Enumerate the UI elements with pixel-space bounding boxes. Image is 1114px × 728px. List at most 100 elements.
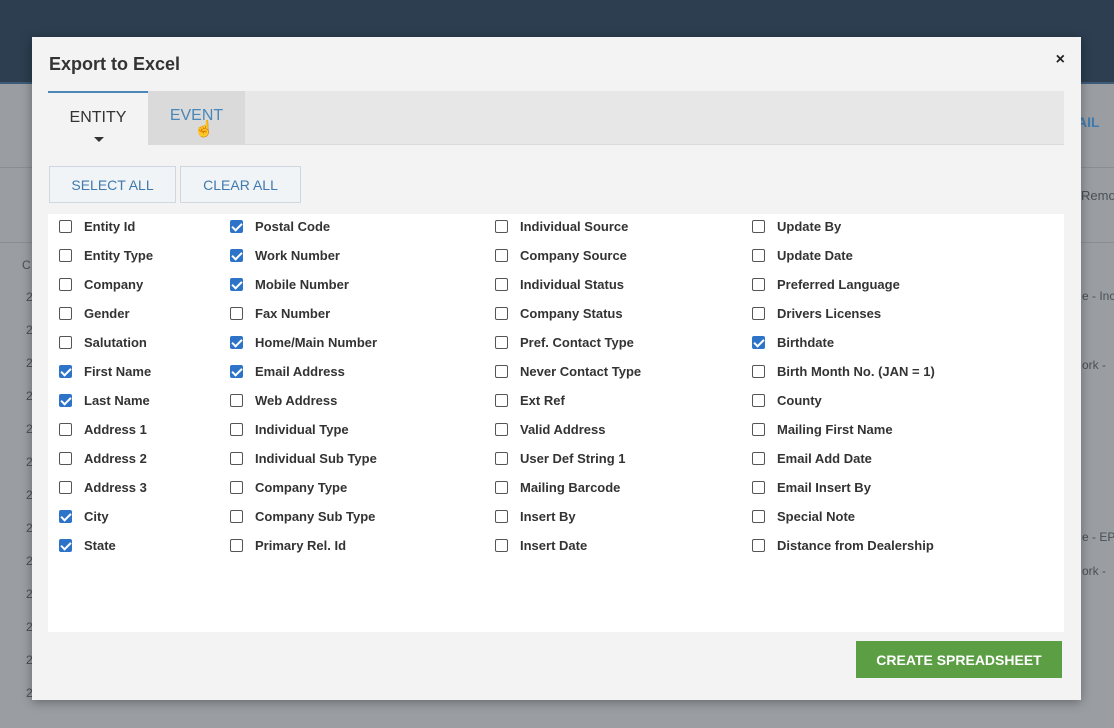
checkbox-unchecked[interactable]: [752, 422, 765, 436]
checkbox-checked[interactable]: [230, 219, 243, 233]
field-option[interactable]: Email Insert By: [752, 478, 871, 496]
field-option[interactable]: Primary Rel. Id: [230, 536, 346, 554]
checkbox-checked[interactable]: [230, 248, 243, 262]
field-option[interactable]: Email Address: [230, 362, 345, 380]
field-option[interactable]: Address 3: [59, 478, 147, 496]
checkbox-unchecked[interactable]: [59, 306, 72, 320]
field-option[interactable]: Company Status: [495, 304, 623, 322]
checkbox-unchecked[interactable]: [752, 219, 765, 233]
checkbox-checked[interactable]: [59, 509, 72, 523]
field-option[interactable]: Company: [59, 275, 143, 293]
field-option[interactable]: User Def String 1: [495, 449, 625, 467]
field-option[interactable]: Mailing Barcode: [495, 478, 620, 496]
checkbox-unchecked[interactable]: [59, 335, 72, 349]
checkbox-unchecked[interactable]: [752, 451, 765, 465]
checkbox-unchecked[interactable]: [495, 422, 508, 436]
checkbox-unchecked[interactable]: [495, 277, 508, 291]
field-option[interactable]: Individual Status: [495, 275, 624, 293]
checkbox-unchecked[interactable]: [495, 219, 508, 233]
field-option[interactable]: Address 2: [59, 449, 147, 467]
checkbox-checked[interactable]: [59, 364, 72, 378]
field-option[interactable]: Home/Main Number: [230, 333, 377, 351]
field-option[interactable]: Insert Date: [495, 536, 587, 554]
checkbox-unchecked[interactable]: [230, 393, 243, 407]
field-option[interactable]: Birthdate: [752, 333, 834, 351]
field-option[interactable]: Address 1: [59, 420, 147, 438]
checkbox-unchecked[interactable]: [495, 248, 508, 262]
tab-entity[interactable]: ENTITY: [48, 91, 148, 145]
field-option[interactable]: Email Add Date: [752, 449, 872, 467]
field-option[interactable]: Individual Type: [230, 420, 349, 438]
checkbox-unchecked[interactable]: [59, 480, 72, 494]
close-button[interactable]: ×: [1056, 51, 1065, 69]
checkbox-unchecked[interactable]: [752, 364, 765, 378]
field-option[interactable]: Mailing First Name: [752, 420, 893, 438]
checkbox-unchecked[interactable]: [230, 538, 243, 552]
checkbox-unchecked[interactable]: [752, 480, 765, 494]
checkbox-unchecked[interactable]: [59, 422, 72, 436]
checkbox-unchecked[interactable]: [230, 509, 243, 523]
tab-event[interactable]: EVENT ☝: [148, 91, 245, 145]
field-option[interactable]: Entity Type: [59, 246, 153, 264]
field-option[interactable]: Postal Code: [230, 217, 330, 235]
field-option[interactable]: Special Note: [752, 507, 855, 525]
checkbox-unchecked[interactable]: [59, 451, 72, 465]
field-option[interactable]: Individual Sub Type: [230, 449, 377, 467]
checkbox-unchecked[interactable]: [230, 306, 243, 320]
field-option[interactable]: State: [59, 536, 116, 554]
field-option[interactable]: Gender: [59, 304, 130, 322]
checkbox-unchecked[interactable]: [495, 538, 508, 552]
checkbox-unchecked[interactable]: [59, 219, 72, 233]
field-option[interactable]: County: [752, 391, 822, 409]
checkbox-checked[interactable]: [230, 277, 243, 291]
field-option[interactable]: Last Name: [59, 391, 150, 409]
field-option[interactable]: Individual Source: [495, 217, 628, 235]
field-option[interactable]: Company Source: [495, 246, 627, 264]
checkbox-unchecked[interactable]: [752, 393, 765, 407]
field-option[interactable]: Fax Number: [230, 304, 330, 322]
checkbox-unchecked[interactable]: [495, 393, 508, 407]
checkbox-unchecked[interactable]: [752, 306, 765, 320]
checkbox-unchecked[interactable]: [59, 277, 72, 291]
field-option[interactable]: Work Number: [230, 246, 340, 264]
checkbox-unchecked[interactable]: [752, 277, 765, 291]
checkbox-checked[interactable]: [59, 393, 72, 407]
checkbox-unchecked[interactable]: [495, 509, 508, 523]
checkbox-unchecked[interactable]: [495, 364, 508, 378]
field-option[interactable]: Ext Ref: [495, 391, 565, 409]
create-spreadsheet-button[interactable]: CREATE SPREADSHEET: [856, 641, 1062, 678]
checkbox-unchecked[interactable]: [495, 306, 508, 320]
field-option[interactable]: Entity Id: [59, 217, 135, 235]
field-option[interactable]: Company Type: [230, 478, 347, 496]
clear-all-button[interactable]: CLEAR ALL: [180, 166, 301, 203]
field-option[interactable]: Pref. Contact Type: [495, 333, 634, 351]
checkbox-checked[interactable]: [59, 538, 72, 552]
field-option[interactable]: Drivers Licenses: [752, 304, 881, 322]
checkbox-unchecked[interactable]: [230, 451, 243, 465]
checkbox-checked[interactable]: [752, 335, 765, 349]
field-option[interactable]: Birth Month No. (JAN = 1): [752, 362, 935, 380]
checkbox-unchecked[interactable]: [752, 248, 765, 262]
field-option[interactable]: Distance from Dealership: [752, 536, 934, 554]
field-option[interactable]: Insert By: [495, 507, 576, 525]
checkbox-unchecked[interactable]: [752, 538, 765, 552]
field-option[interactable]: Mobile Number: [230, 275, 349, 293]
field-option[interactable]: Salutation: [59, 333, 147, 351]
field-option[interactable]: Never Contact Type: [495, 362, 641, 380]
checkbox-unchecked[interactable]: [495, 480, 508, 494]
field-option[interactable]: City: [59, 507, 109, 525]
select-all-button[interactable]: SELECT ALL: [49, 166, 176, 203]
field-option[interactable]: Update Date: [752, 246, 853, 264]
field-option[interactable]: Preferred Language: [752, 275, 900, 293]
checkbox-unchecked[interactable]: [59, 248, 72, 262]
checkbox-checked[interactable]: [230, 335, 243, 349]
checkbox-unchecked[interactable]: [495, 451, 508, 465]
field-option[interactable]: First Name: [59, 362, 151, 380]
checkbox-checked[interactable]: [230, 364, 243, 378]
checkbox-unchecked[interactable]: [230, 422, 243, 436]
checkbox-unchecked[interactable]: [230, 480, 243, 494]
checkbox-unchecked[interactable]: [495, 335, 508, 349]
field-option[interactable]: Valid Address: [495, 420, 606, 438]
field-option[interactable]: Update By: [752, 217, 841, 235]
field-option[interactable]: Company Sub Type: [230, 507, 375, 525]
